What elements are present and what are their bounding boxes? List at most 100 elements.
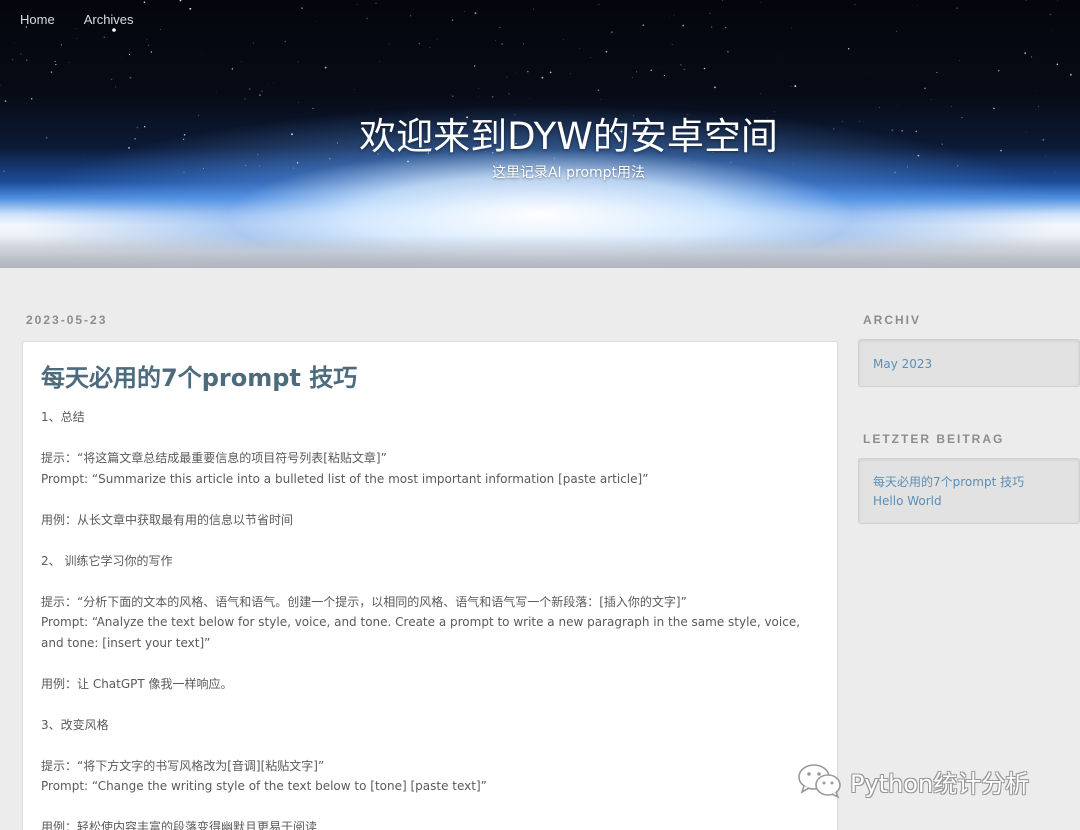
star (436, 38, 438, 40)
paragraph-line: 提示：“将下方文字的书写风格改为[音调][粘贴文字]” (41, 758, 325, 773)
post-paragraph: 用例：轻松使内容丰富的段落变得幽默且更易于阅读 (41, 817, 819, 830)
star (791, 27, 792, 29)
star (316, 21, 317, 22)
star (273, 82, 275, 84)
star (854, 3, 856, 5)
star (714, 86, 716, 89)
post-title[interactable]: 每天必用的7个prompt 技巧 (41, 358, 819, 393)
latest-post-link[interactable]: 每天必用的7个prompt 技巧 (873, 473, 1065, 492)
star (671, 43, 673, 46)
star (600, 98, 602, 100)
star (499, 26, 501, 28)
star (244, 98, 246, 100)
star (790, 85, 792, 87)
watermark-text: Python统计分析 (850, 769, 1030, 798)
star (495, 39, 497, 41)
site-header: Home Archives 欢迎来到DYW的安卓空间 这里记录AI prompt… (0, 0, 1080, 268)
star (248, 88, 251, 91)
star (464, 11, 465, 13)
star (703, 67, 706, 70)
star (930, 99, 932, 101)
paragraph-line: 提示：“将这篇文章总结成最重要信息的项目符号列表[粘贴文章]” (41, 451, 387, 465)
latest-post-heading: LETZTER BEITRAG (863, 432, 1005, 446)
star (267, 84, 269, 85)
star (55, 64, 57, 66)
latest-post-widget: 每天必用的7个prompt 技巧 Hello World (858, 458, 1080, 524)
star (115, 86, 117, 88)
star (598, 3, 600, 5)
star (722, 0, 724, 1)
star (680, 64, 682, 66)
paragraph-line: Prompt: “Analyze the text below for styl… (41, 615, 801, 650)
star (379, 61, 381, 62)
star (506, 76, 508, 78)
star (847, 48, 850, 50)
star (642, 24, 645, 26)
star (683, 68, 686, 71)
paragraph-line: 用例：让 ChatGPT 像我一样响应。 (41, 676, 233, 691)
site-title[interactable]: 欢迎来到DYW的安卓空间 (0, 106, 1080, 160)
post-card: 每天必用的7个prompt 技巧 1、总结 提示：“将这篇文章总结成最重要信息的… (22, 341, 838, 830)
star (508, 92, 510, 95)
star (527, 71, 529, 73)
post-paragraph: 提示：“将下方文字的书写风格改为[音调][粘贴文字]” Prompt: “Chan… (41, 756, 819, 797)
star (956, 7, 958, 9)
paragraph-line: 3、改变风格 (41, 717, 109, 732)
star (50, 71, 53, 73)
bright-star (112, 28, 116, 32)
star (1025, 0, 1027, 1)
star (682, 24, 685, 27)
star (68, 61, 70, 63)
star (143, 1, 146, 3)
star (0, 84, 1, 86)
star (298, 102, 299, 103)
star (215, 91, 217, 93)
post-paragraph: 用例：从长文章中获取最有用的信息以节省时间 (41, 510, 819, 531)
archive-heading: ARCHIV (863, 313, 922, 327)
star (562, 38, 564, 40)
star (179, 0, 182, 2)
star (896, 30, 898, 32)
star (103, 36, 106, 39)
star (252, 42, 254, 44)
nav-home-link[interactable]: Home (20, 12, 55, 27)
star (181, 6, 183, 7)
star (663, 74, 665, 77)
paragraph-line: 用例：从长文章中获取最有用的信息以节省时间 (41, 512, 294, 527)
star (794, 85, 797, 88)
star (449, 94, 451, 96)
archive-link-may-2023[interactable]: May 2023 (873, 355, 1065, 374)
star (760, 93, 762, 95)
paragraph-line: 提示：“分析下面的文本的风格、语气和语气。创建一个提示，以相同的风格、语气和语气… (41, 594, 687, 609)
latest-post-link[interactable]: Hello World (873, 492, 1065, 511)
star (110, 78, 113, 81)
post-paragraph: 提示：“将这篇文章总结成最重要信息的项目符号列表[粘贴文章]” Prompt: “… (41, 448, 819, 489)
star (529, 97, 530, 99)
post-paragraph: 提示：“分析下面的文本的风格、语气和语气。创建一个提示，以相同的风格、语气和语气… (41, 592, 819, 654)
star (121, 57, 122, 58)
star (590, 57, 592, 59)
star (478, 88, 479, 89)
star (605, 50, 608, 53)
nav-archives-link[interactable]: Archives (84, 12, 134, 27)
star (261, 90, 263, 92)
post-paragraph: 2、 训练它学习你的写作 (41, 551, 819, 572)
paragraph-line: 用例：轻松使内容丰富的段落变得幽默且更易于阅读 (41, 820, 318, 830)
star (409, 15, 412, 17)
star (570, 73, 571, 75)
star (189, 7, 192, 10)
star (597, 89, 600, 92)
star (452, 95, 454, 98)
star (523, 43, 525, 45)
star (4, 100, 7, 102)
star (579, 48, 581, 50)
star (924, 87, 926, 90)
watermark: Python统计分析 (796, 762, 1029, 800)
paragraph-line: 1、总结 (41, 410, 85, 424)
star (284, 40, 286, 43)
star (231, 68, 234, 70)
star (26, 59, 28, 61)
top-nav: Home Archives (20, 12, 134, 27)
star (1031, 56, 1033, 58)
star (965, 99, 966, 100)
